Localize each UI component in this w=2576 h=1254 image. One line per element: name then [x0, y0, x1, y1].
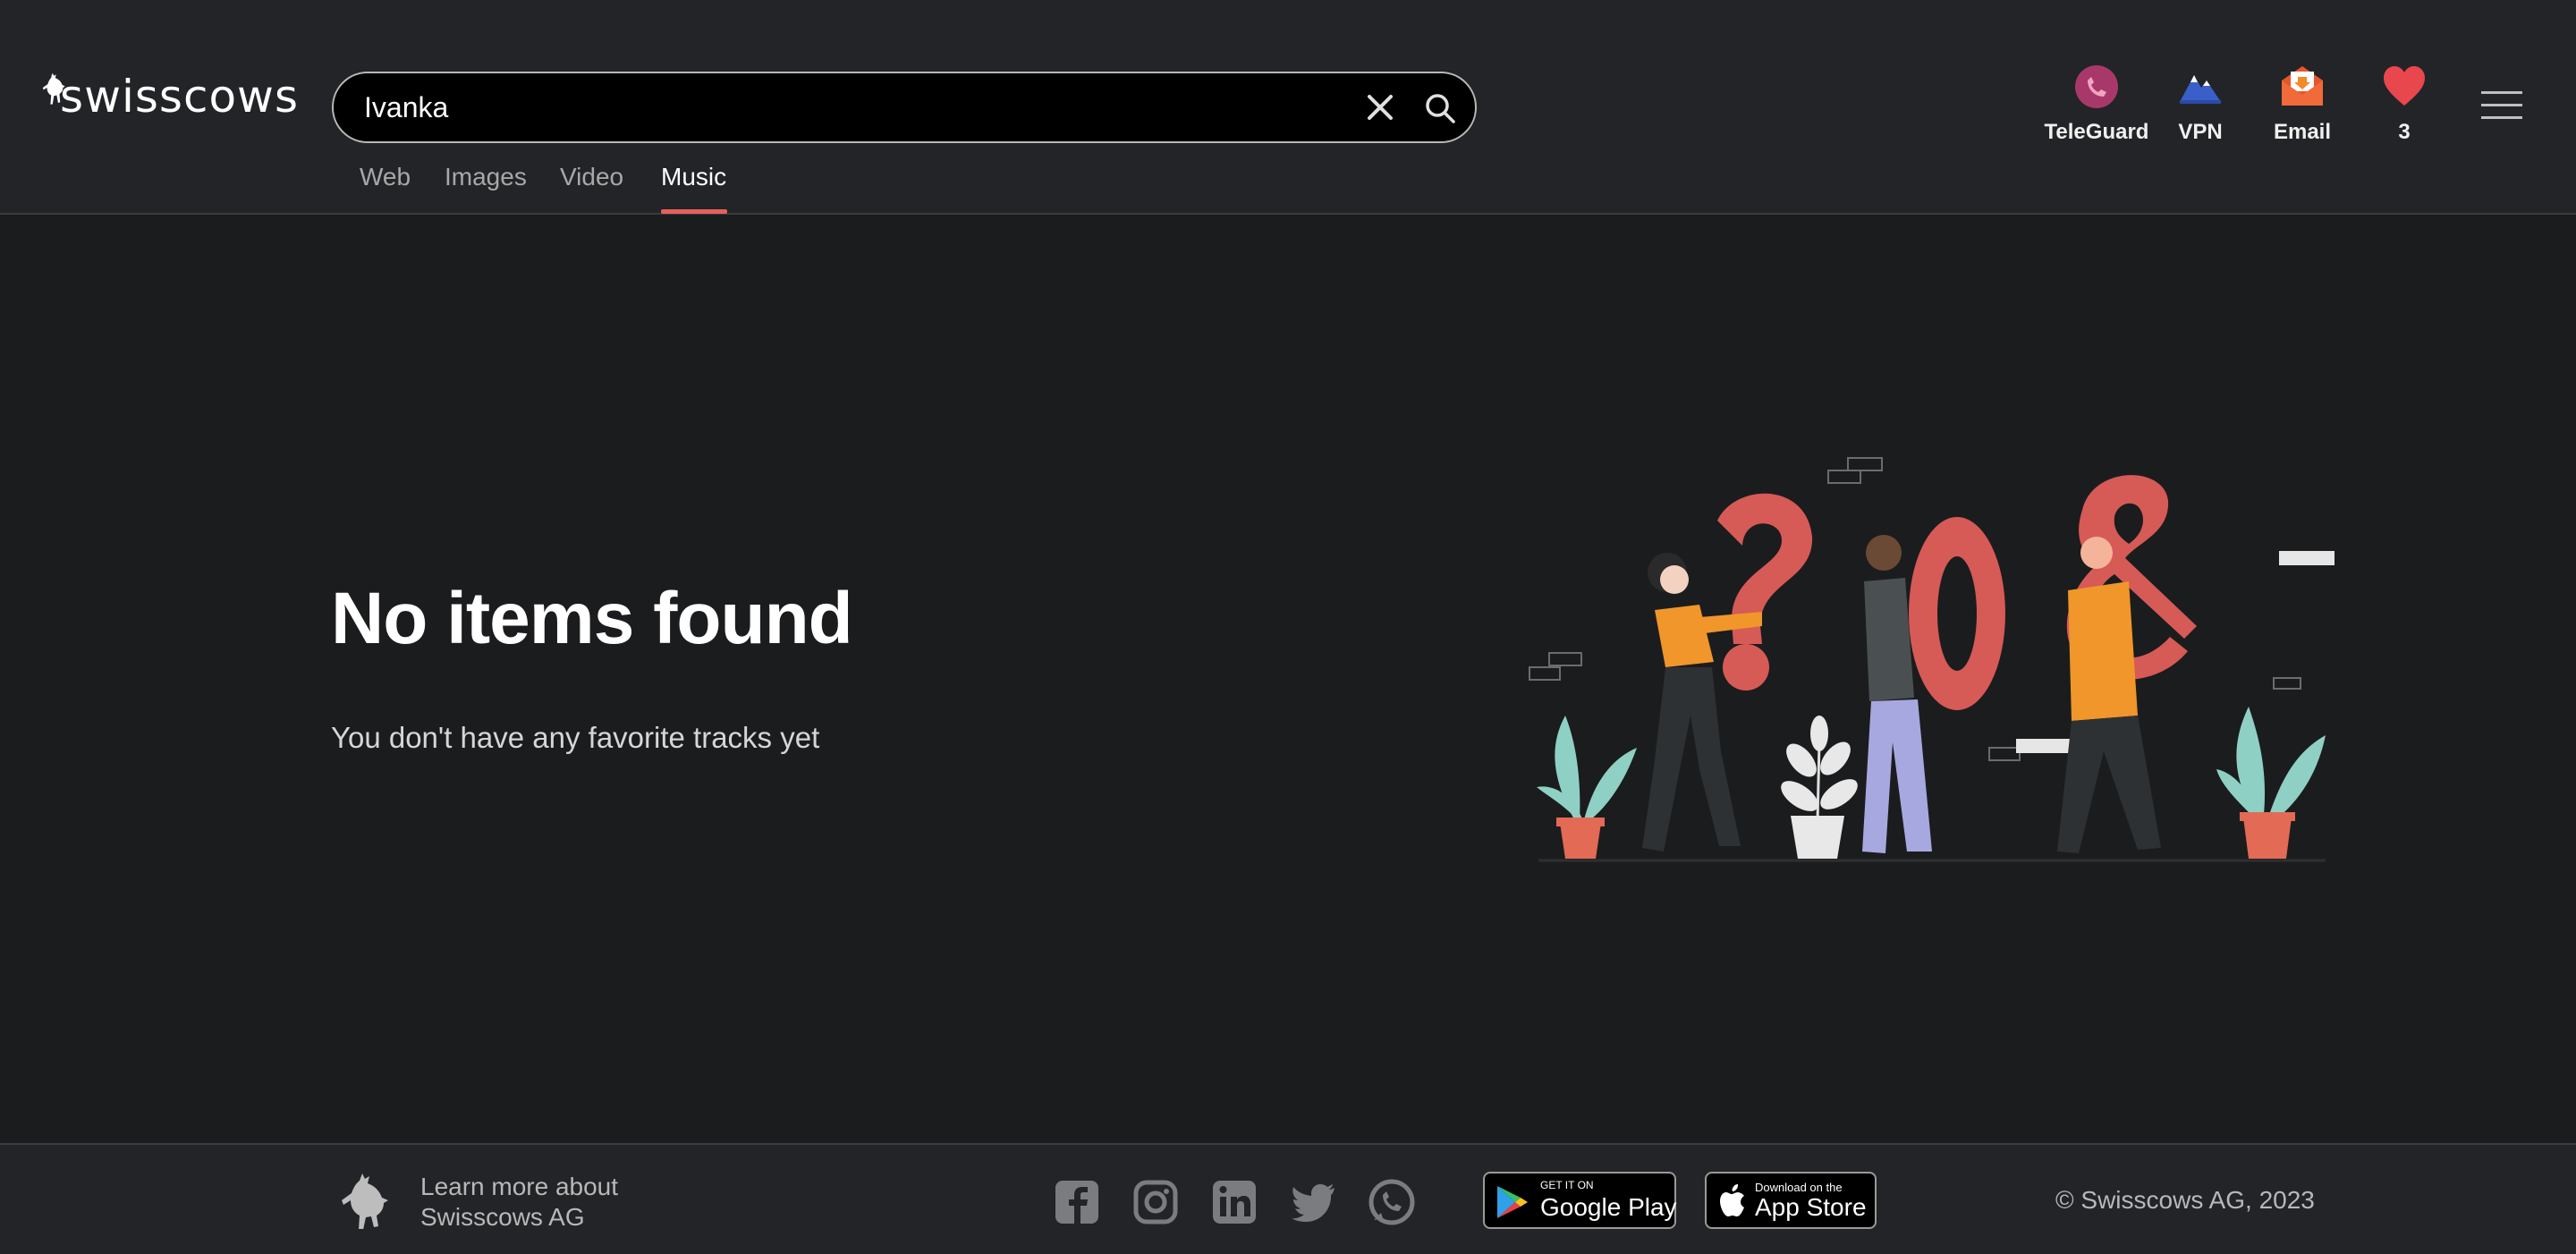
favorites-link[interactable]: 3	[2342, 64, 2467, 154]
vpn-icon	[2180, 75, 2221, 104]
swisscows-logo[interactable]: swisscows	[39, 43, 299, 132]
facebook-icon[interactable]	[1054, 1179, 1100, 1225]
tab-video[interactable]: Video	[560, 163, 623, 191]
google-play-small-text: GET IT ON	[1540, 1179, 1594, 1191]
heart-icon	[2384, 66, 2425, 106]
linkedin-icon[interactable]	[1211, 1179, 1258, 1225]
search-bar	[332, 72, 1477, 143]
teleguard-icon[interactable]	[1368, 1179, 1415, 1225]
apple-icon	[1720, 1184, 1744, 1216]
google-play-badge[interactable]: GET IT ON Google Play	[1483, 1172, 1677, 1229]
app-store-small-text: Download on the	[1755, 1181, 1843, 1194]
empty-state-title: No items found	[331, 578, 853, 659]
footer-cow-logo-icon[interactable]	[333, 1170, 395, 1229]
google-play-big-text: Google Play	[1540, 1193, 1677, 1221]
footer-about-line2: Swisscows AG	[420, 1203, 585, 1231]
twitter-icon[interactable]	[1290, 1179, 1336, 1225]
copyright-text: © Swisscows AG, 2023	[2055, 1186, 2315, 1214]
footer: Learn more about Swisscows AG GET IT ON …	[0, 1143, 2576, 1254]
footer-about-link[interactable]: Learn more about Swisscows AG	[420, 1172, 618, 1233]
favorites-count: 3	[2398, 120, 2411, 144]
clear-search-icon[interactable]	[1364, 91, 1396, 123]
app-store-badge[interactable]: Download on the App Store	[1705, 1172, 1877, 1229]
tab-music[interactable]: Music	[661, 163, 726, 191]
instagram-icon[interactable]	[1132, 1179, 1179, 1225]
empty-state-subtitle: You don't have any favorite tracks yet	[331, 721, 820, 754]
hamburger-menu-icon[interactable]	[2481, 88, 2522, 123]
logo-text: swisscows	[60, 71, 299, 123]
footer-about-line1: Learn more about	[420, 1173, 619, 1200]
search-icon[interactable]	[1423, 91, 1457, 125]
google-play-icon	[1497, 1186, 1528, 1218]
tab-images[interactable]: Images	[445, 163, 527, 191]
active-tab-indicator	[661, 209, 727, 214]
tab-web[interactable]: Web	[360, 163, 411, 191]
teleguard-icon	[2075, 65, 2118, 108]
app-store-big-text: App Store	[1755, 1193, 1867, 1221]
search-input[interactable]	[364, 73, 1330, 141]
header: swisscows Web Images Video Music TeleGua…	[0, 0, 2576, 215]
empty-state-illustration	[1529, 457, 2334, 862]
email-icon	[2282, 66, 2323, 106]
